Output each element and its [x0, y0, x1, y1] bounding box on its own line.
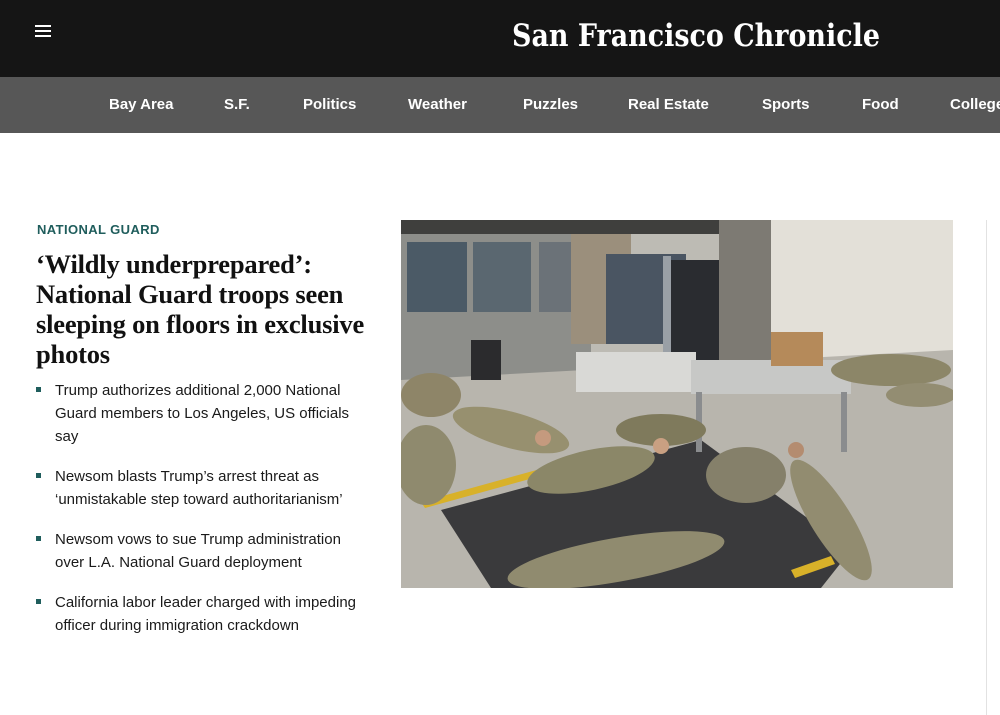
related-story-item[interactable]: Newsom blasts Trump’s arrest threat as ‘…: [36, 465, 366, 511]
related-story-link[interactable]: Newsom vows to sue Trump administration …: [55, 531, 341, 571]
nav-item-college[interactable]: College: [950, 77, 1000, 133]
hamburger-menu-icon: [35, 24, 51, 42]
logo-wordmark: San Francisco Chronicle: [512, 18, 880, 54]
related-story-item[interactable]: Newsom vows to sue Trump administration …: [36, 528, 366, 574]
nav-item-puzzles[interactable]: Puzzles: [523, 77, 578, 133]
related-story-item[interactable]: Trump authorizes additional 2,000 Nation…: [36, 379, 366, 448]
lead-headline[interactable]: ‘Wildly underprepared’: National Guard t…: [36, 249, 366, 369]
section-nav: Bay Area S.F. Politics Weather Puzzles R…: [0, 77, 1000, 133]
hamburger-menu-button[interactable]: [30, 22, 56, 44]
nav-item-politics[interactable]: Politics: [303, 77, 356, 133]
bullet-icon: [36, 599, 41, 604]
section-label[interactable]: NATIONAL GUARD: [37, 222, 160, 237]
related-story-link[interactable]: Newsom blasts Trump’s arrest threat as ‘…: [55, 468, 343, 508]
related-story-link[interactable]: California labor leader charged with imp…: [55, 594, 356, 634]
lead-story-photo[interactable]: [401, 220, 953, 588]
bullet-icon: [36, 536, 41, 541]
nav-item-weather[interactable]: Weather: [408, 77, 467, 133]
bullet-icon: [36, 387, 41, 392]
masthead-bar: San Francisco Chronicle: [0, 0, 1000, 77]
related-stories-list: Trump authorizes additional 2,000 Nation…: [36, 379, 366, 654]
related-story-link[interactable]: Trump authorizes additional 2,000 Nation…: [55, 382, 349, 445]
related-story-item[interactable]: California labor leader charged with imp…: [36, 591, 366, 637]
nav-item-real-estate[interactable]: Real Estate: [628, 77, 709, 133]
nav-item-sports[interactable]: Sports: [762, 77, 810, 133]
nav-item-bay-area[interactable]: Bay Area: [109, 77, 173, 133]
nav-item-sf[interactable]: S.F.: [224, 77, 250, 133]
nav-item-food[interactable]: Food: [862, 77, 899, 133]
bullet-icon: [36, 473, 41, 478]
site-logo[interactable]: San Francisco Chronicle: [510, 12, 882, 58]
column-divider: [986, 220, 987, 715]
